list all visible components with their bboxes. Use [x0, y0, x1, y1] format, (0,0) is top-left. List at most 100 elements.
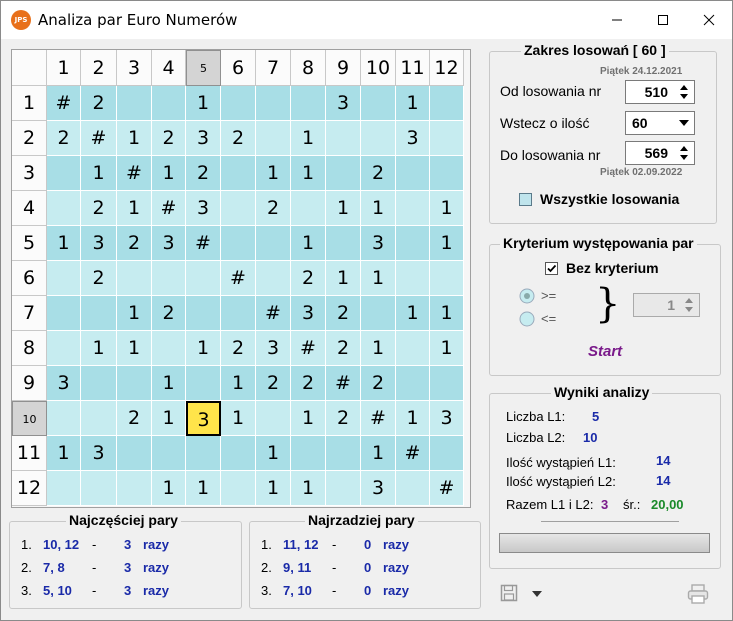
- grid-cell[interactable]: #: [152, 191, 186, 226]
- row-header[interactable]: 3: [12, 156, 47, 191]
- grid-cell[interactable]: [326, 436, 361, 471]
- grid-cell[interactable]: 3: [152, 226, 186, 261]
- grid-cell[interactable]: 1: [117, 296, 152, 331]
- grid-cell[interactable]: [47, 156, 81, 191]
- chevron-down-icon[interactable]: [532, 591, 542, 597]
- grid-cell[interactable]: 1: [430, 226, 464, 261]
- grid-cell[interactable]: [326, 471, 361, 506]
- grid-cell[interactable]: 3: [430, 401, 464, 436]
- grid-cell[interactable]: #: [256, 296, 291, 331]
- grid-cell[interactable]: 1: [291, 121, 326, 156]
- grid-cell[interactable]: [326, 226, 361, 261]
- row-header[interactable]: 8: [12, 331, 47, 366]
- grid-cell[interactable]: [361, 296, 396, 331]
- grid-cell[interactable]: [81, 296, 117, 331]
- grid-cell[interactable]: [256, 261, 291, 296]
- grid-cell[interactable]: #: [430, 471, 464, 506]
- grid-cell[interactable]: #: [361, 401, 396, 436]
- grid-cell[interactable]: [117, 471, 152, 506]
- grid-cell[interactable]: 1: [256, 436, 291, 471]
- grid-cell[interactable]: [430, 261, 464, 296]
- grid-cell[interactable]: 2: [256, 366, 291, 401]
- criterion-spinner[interactable]: 1: [633, 293, 700, 317]
- grid-cell[interactable]: [186, 366, 221, 401]
- grid-cell[interactable]: [81, 471, 117, 506]
- maximize-button[interactable]: [640, 1, 686, 39]
- column-header[interactable]: 2: [81, 50, 117, 86]
- spin-arrows-icon[interactable]: [677, 83, 691, 101]
- grid-cell[interactable]: 2: [81, 261, 117, 296]
- grid-cell[interactable]: 1: [47, 226, 81, 261]
- grid-cell[interactable]: 1: [47, 436, 81, 471]
- column-header[interactable]: 6: [221, 50, 256, 86]
- grid-cell[interactable]: [256, 226, 291, 261]
- grid-cell[interactable]: [152, 261, 186, 296]
- column-header[interactable]: 1: [47, 50, 81, 86]
- grid-cell[interactable]: [396, 331, 430, 366]
- row-header[interactable]: 10: [12, 401, 47, 436]
- row-header[interactable]: 2: [12, 121, 47, 156]
- column-header[interactable]: 3: [117, 50, 152, 86]
- grid-cell[interactable]: [47, 261, 81, 296]
- grid-cell[interactable]: [396, 366, 430, 401]
- close-button[interactable]: [686, 1, 732, 39]
- grid-cell[interactable]: [256, 401, 291, 436]
- grid-cell[interactable]: 1: [326, 261, 361, 296]
- grid-cell[interactable]: 1: [291, 226, 326, 261]
- grid-cell[interactable]: 1: [117, 191, 152, 226]
- row-header[interactable]: 6: [12, 261, 47, 296]
- grid-cell[interactable]: 3: [47, 366, 81, 401]
- row-header[interactable]: 5: [12, 226, 47, 261]
- column-header[interactable]: 11: [396, 50, 430, 86]
- grid-cell[interactable]: 3: [81, 436, 117, 471]
- grid-cell[interactable]: 2: [291, 261, 326, 296]
- start-link[interactable]: Start: [588, 343, 622, 360]
- all-draws-checkbox[interactable]: [519, 193, 532, 206]
- grid-cell[interactable]: 1: [291, 401, 326, 436]
- grid-cell[interactable]: [81, 366, 117, 401]
- grid-cell[interactable]: 1: [361, 191, 396, 226]
- grid-cell[interactable]: [361, 121, 396, 156]
- grid-cell[interactable]: 2: [361, 366, 396, 401]
- grid-cell[interactable]: [81, 401, 117, 436]
- grid-cell[interactable]: [361, 86, 396, 121]
- grid-cell[interactable]: [47, 401, 81, 436]
- save-icon[interactable]: [500, 584, 518, 602]
- grid-cell[interactable]: #: [221, 261, 256, 296]
- grid-cell[interactable]: 2: [256, 191, 291, 226]
- back-combo[interactable]: 60: [625, 111, 695, 135]
- grid-cell[interactable]: [221, 191, 256, 226]
- column-header[interactable]: 7: [256, 50, 291, 86]
- radio-le[interactable]: [519, 311, 535, 327]
- grid-cell[interactable]: 1: [81, 331, 117, 366]
- grid-cell[interactable]: 1: [81, 156, 117, 191]
- grid-cell[interactable]: #: [117, 156, 152, 191]
- grid-cell[interactable]: 3: [81, 226, 117, 261]
- grid-cell[interactable]: [396, 156, 430, 191]
- grid-cell[interactable]: [326, 156, 361, 191]
- row-header[interactable]: 12: [12, 471, 47, 506]
- grid-cell[interactable]: 1: [361, 261, 396, 296]
- grid-cell[interactable]: 3: [186, 191, 221, 226]
- grid-cell[interactable]: [396, 191, 430, 226]
- row-header[interactable]: 7: [12, 296, 47, 331]
- grid-cell[interactable]: [152, 86, 186, 121]
- grid-cell[interactable]: 1: [152, 156, 186, 191]
- grid-cell[interactable]: 2: [81, 86, 117, 121]
- grid-cell[interactable]: [430, 366, 464, 401]
- spin-arrows-icon[interactable]: [677, 144, 691, 162]
- grid-cell[interactable]: [430, 156, 464, 191]
- grid-cell[interactable]: 2: [326, 296, 361, 331]
- grid-cell[interactable]: 2: [186, 156, 221, 191]
- grid-cell[interactable]: [291, 436, 326, 471]
- grid-cell[interactable]: [430, 86, 464, 121]
- grid-cell[interactable]: [186, 436, 221, 471]
- minimize-button[interactable]: [594, 1, 640, 39]
- column-header[interactable]: 12: [430, 50, 464, 86]
- grid-cell[interactable]: [152, 331, 186, 366]
- grid-cell[interactable]: [396, 226, 430, 261]
- spin-arrows-icon[interactable]: [682, 296, 696, 314]
- to-spinner[interactable]: 569: [625, 141, 695, 165]
- grid-cell[interactable]: 3: [256, 331, 291, 366]
- grid-cell[interactable]: 1: [152, 366, 186, 401]
